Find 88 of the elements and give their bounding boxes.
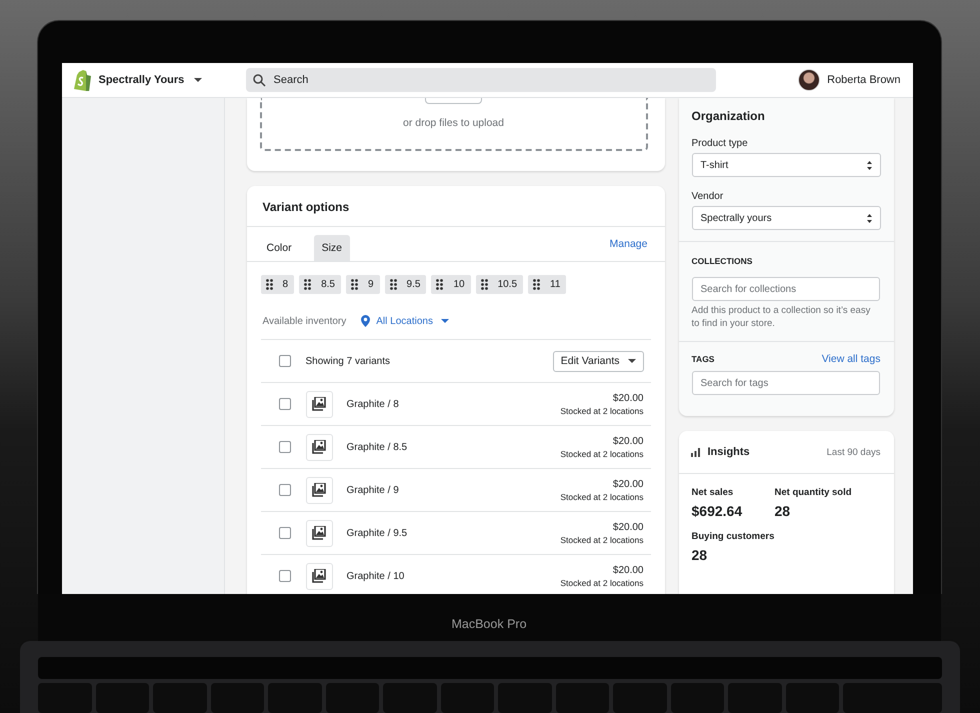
- avatar[interactable]: [798, 69, 820, 91]
- card-title: Insights: [708, 446, 750, 458]
- image-icon: [312, 440, 326, 454]
- value-chip[interactable]: 11: [528, 275, 566, 294]
- section-heading: TAGS: [692, 354, 714, 364]
- caret-icon: [440, 319, 449, 323]
- edit-variants-button[interactable]: Edit Variants: [552, 350, 644, 372]
- variant-price: $20.00: [612, 478, 644, 490]
- image-placeholder[interactable]: [306, 476, 332, 504]
- bag-logo-icon: [72, 69, 90, 91]
- variant-name[interactable]: Graphite / 8: [346, 398, 399, 410]
- drop-hint: or drop files to upload: [403, 117, 504, 129]
- image-icon: [312, 483, 326, 497]
- tab[interactable]: Color: [258, 235, 300, 261]
- search-field[interactable]: Search: [246, 68, 716, 92]
- checkbox[interactable]: [278, 398, 290, 410]
- location-pin-icon: [361, 315, 370, 327]
- store-switcher[interactable]: Spectrally Yours: [96, 74, 204, 86]
- inventory-label: Available inventory: [262, 316, 346, 326]
- drag-handle-icon: [266, 279, 272, 290]
- caret-icon: [194, 78, 202, 82]
- product-type-select[interactable]: T-shirt: [692, 153, 880, 177]
- drag-handle-icon: [350, 279, 358, 290]
- metric-value: $692.64: [692, 503, 744, 519]
- value-chip[interactable]: 10.5: [476, 275, 524, 294]
- drag-handle-icon: [390, 279, 397, 290]
- drag-handle-icon: [480, 279, 488, 290]
- select-arrows-icon: [866, 214, 872, 222]
- collections-search-field[interactable]: Search for collections: [692, 277, 880, 301]
- upload-button[interactable]: [425, 98, 482, 104]
- variant-price: $20.00: [612, 564, 644, 576]
- metric-label: Net sales: [692, 487, 734, 498]
- drag-handle-icon: [304, 279, 312, 290]
- metric-label: Net quantity sold: [774, 487, 853, 498]
- variant-price: $20.00: [612, 522, 644, 532]
- tags-search-field[interactable]: Search for tags: [692, 371, 880, 395]
- caret-icon: [628, 359, 636, 363]
- image-icon: [312, 569, 326, 583]
- value-chip[interactable]: 10: [431, 275, 471, 294]
- checkbox[interactable]: [278, 570, 290, 582]
- bar-chart-icon: [690, 448, 700, 456]
- image-placeholder[interactable]: [306, 390, 332, 418]
- field-label: Vendor: [692, 191, 724, 202]
- checkbox[interactable]: [278, 355, 290, 367]
- stock-note: Stocked at 2 locations: [560, 534, 644, 544]
- stock-note: Stocked at 2 locations: [560, 578, 644, 588]
- value-chip[interactable]: 9.5: [384, 275, 426, 294]
- variant-name[interactable]: Graphite / 8.5: [346, 442, 408, 452]
- image-placeholder[interactable]: [306, 562, 332, 590]
- field-label: Product type: [692, 138, 749, 149]
- metric-value: 28: [692, 547, 708, 563]
- value-chip[interactable]: 9: [346, 275, 380, 294]
- checkbox[interactable]: [278, 441, 290, 453]
- user-name: Roberta Brown: [827, 74, 900, 86]
- variant-name[interactable]: Graphite / 9.5: [346, 528, 408, 538]
- variant-price: $20.00: [612, 392, 644, 404]
- period-label: Last 90 days: [826, 446, 880, 458]
- card-title: Organization: [692, 109, 766, 123]
- image-icon: [312, 526, 326, 540]
- variant-count: Showing 7 variants: [306, 356, 390, 366]
- drop-zone[interactable]: or drop files to upload: [260, 98, 648, 151]
- variant-name[interactable]: Graphite / 9: [346, 484, 399, 496]
- vendor-select[interactable]: Spectrally yours: [692, 206, 880, 230]
- stock-note: Stocked at 2 locations: [560, 406, 644, 416]
- stock-note: Stocked at 2 locations: [560, 492, 644, 502]
- card-title: Variant options: [246, 186, 664, 227]
- variant-price: $20.00: [612, 436, 644, 446]
- metric-label: Buying customers: [692, 531, 774, 542]
- stock-note: Stocked at 2 locations: [560, 448, 644, 458]
- variant-name[interactable]: Graphite / 10: [346, 570, 404, 582]
- checkbox[interactable]: [278, 484, 290, 496]
- checkbox[interactable]: [278, 527, 290, 539]
- help-text: Add this product to a collection so it’s easy to find in your store.: [692, 304, 872, 330]
- metric-value: 28: [774, 503, 792, 519]
- value-chip[interactable]: 8.5: [299, 275, 341, 294]
- drag-handle-icon: [533, 279, 540, 290]
- view-all-tags-link[interactable]: View all tags: [822, 353, 880, 365]
- image-icon: [312, 397, 326, 411]
- location-dropdown[interactable]: All Locations: [361, 315, 449, 327]
- value-chip[interactable]: 8: [260, 275, 294, 294]
- tab[interactable]: Size: [314, 235, 350, 261]
- manage-link[interactable]: Manage: [610, 238, 648, 250]
- image-placeholder[interactable]: [306, 434, 332, 460]
- select-arrows-icon: [866, 160, 872, 170]
- model-label: MacBook Pro: [451, 616, 527, 630]
- image-placeholder[interactable]: [306, 520, 332, 546]
- section-heading: COLLECTIONS: [692, 256, 754, 266]
- drag-handle-icon: [436, 279, 444, 290]
